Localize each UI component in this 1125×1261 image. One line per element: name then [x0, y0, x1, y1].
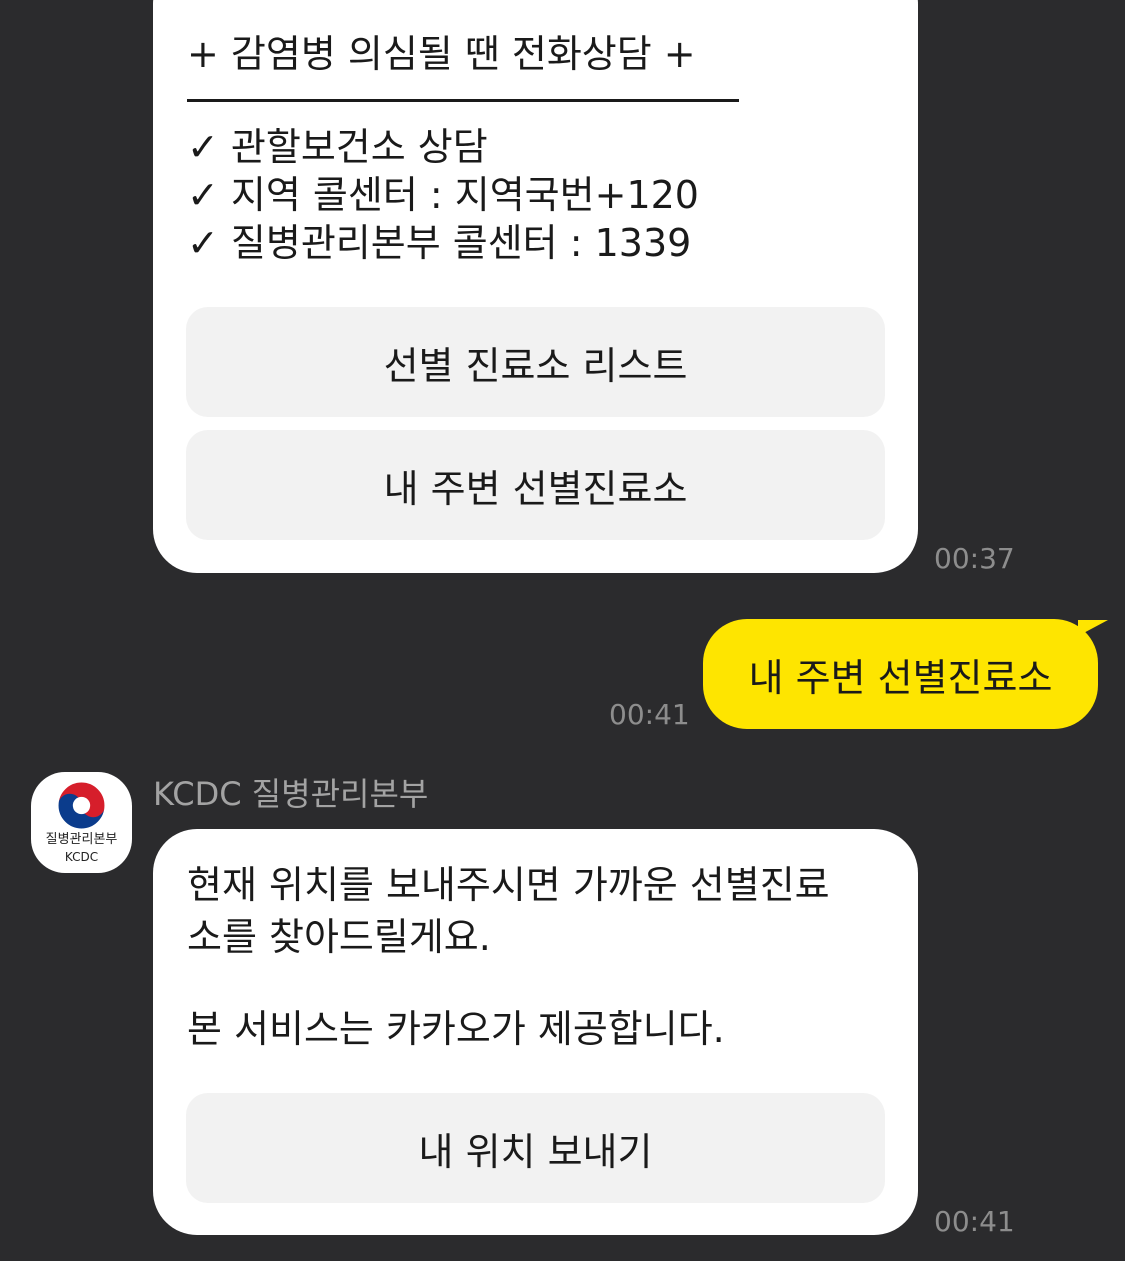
message-line: 소를 찾아드릴게요. [187, 915, 491, 959]
message-line: ✓ 지역 콜센터 : 지역국번+120 [187, 173, 699, 217]
message-timestamp: 00:41 [609, 698, 690, 731]
outgoing-message-text: 내 주변 선별진료소 [748, 655, 1053, 700]
message-heading: + 감염병 의심될 땐 전화상담 + [187, 32, 696, 76]
message-line: ✓ 질병관리본부 콜센터 : 1339 [187, 221, 692, 265]
send-my-location-button[interactable]: 내 위치 보내기 [186, 1093, 885, 1203]
avatar[interactable]: 질병관리본부 KCDC [31, 772, 132, 873]
avatar-org-abbrev: KCDC [64, 850, 99, 864]
message-timestamp: 00:41 [934, 1205, 1015, 1238]
message-line: 본 서비스는 카카오가 제공합니다. [187, 1007, 725, 1051]
sender-name: KCDC 질병관리본부 [153, 775, 429, 813]
message-line: ✓ 관할보건소 상담 [187, 125, 488, 169]
screening-clinic-list-button[interactable]: 선별 진료소 리스트 [186, 307, 885, 417]
message-bubble-phone-consult: + 감염병 의심될 땐 전화상담 + ✓ 관할보건소 상담 ✓ 지역 콜센터 :… [153, 0, 918, 573]
message-line: 현재 위치를 보내주시면 가까운 선별진료 [187, 863, 830, 907]
message-divider [187, 99, 739, 102]
message-bubble-location-request: 현재 위치를 보내주시면 가까운 선별진료 소를 찾아드릴게요. 본 서비스는 … [153, 829, 918, 1235]
outgoing-message-bubble: 내 주변 선별진료소 [703, 619, 1098, 729]
nearby-screening-clinic-button[interactable]: 내 주변 선별진료소 [186, 430, 885, 540]
avatar-org-name: 질병관리본부 [45, 832, 118, 847]
kcdc-taegeuk-logo-icon [57, 781, 106, 830]
message-timestamp: 00:37 [934, 542, 1015, 575]
